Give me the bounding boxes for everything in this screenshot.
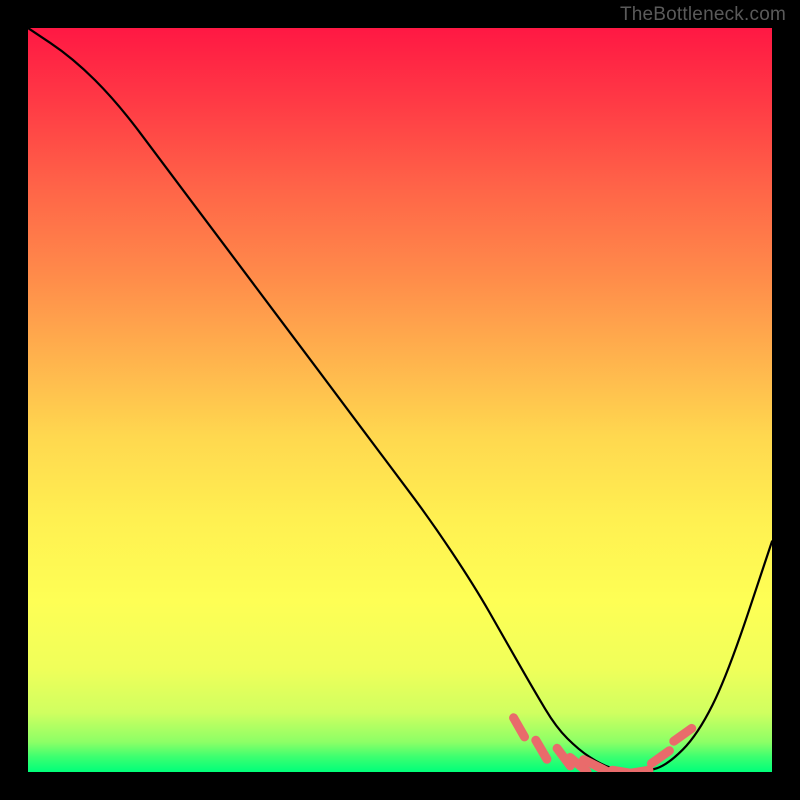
chart-svg xyxy=(28,28,772,772)
optimal-marker xyxy=(557,748,570,766)
optimal-markers xyxy=(514,718,692,772)
chart-container: TheBottleneck.com xyxy=(0,0,800,800)
optimal-marker xyxy=(514,718,525,737)
optimal-marker xyxy=(612,770,634,772)
optimal-marker xyxy=(536,740,547,759)
curve-group xyxy=(28,28,772,772)
optimal-marker xyxy=(674,728,692,741)
optimal-marker xyxy=(570,758,587,772)
optimal-marker xyxy=(651,751,669,764)
plot-area xyxy=(28,28,772,772)
optimal-marker xyxy=(627,770,649,772)
watermark-text: TheBottleneck.com xyxy=(620,4,786,26)
bottleneck-curve xyxy=(28,28,772,772)
optimal-marker xyxy=(599,767,619,772)
optimal-marker xyxy=(584,760,604,770)
